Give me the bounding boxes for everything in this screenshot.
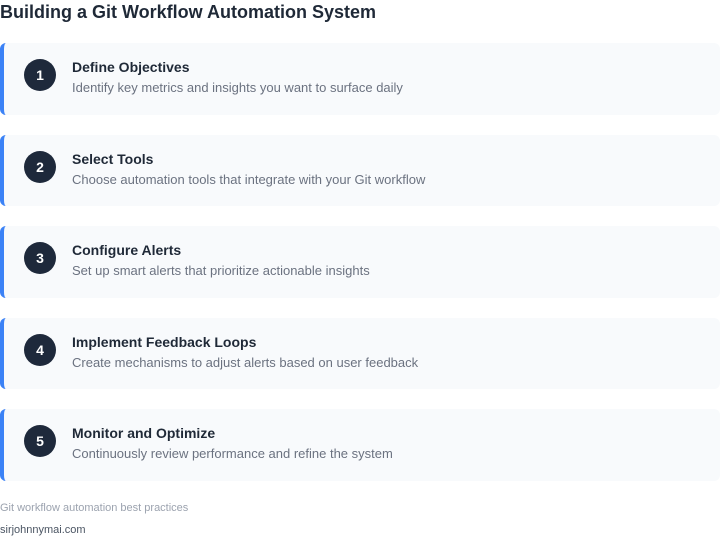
step-title: Monitor and Optimize — [72, 425, 216, 441]
step-number-badge: 1 — [24, 59, 56, 91]
step-title: Implement Feedback Loops — [72, 334, 257, 350]
steps-list: 1 Define Objectives Identify key metrics… — [0, 43, 720, 501]
step-card-define-objectives: 1 Define Objectives Identify key metrics… — [0, 43, 720, 115]
step-card-monitor-and-optimize: 5 Monitor and Optimize Continuously revi… — [0, 409, 720, 481]
step-number-badge: 2 — [24, 151, 56, 183]
step-number-badge: 4 — [24, 334, 56, 366]
step-description: Identify key metrics and insights you wa… — [72, 80, 403, 95]
step-description: Set up smart alerts that prioritize acti… — [72, 263, 370, 278]
step-title: Configure Alerts — [72, 242, 182, 258]
figure-caption: Git workflow automation best practices — [0, 502, 189, 514]
step-card-select-tools: 2 Select Tools Choose automation tools t… — [0, 135, 720, 206]
step-number-badge: 5 — [24, 425, 56, 457]
source-link[interactable]: sirjohnnymai.com — [0, 523, 86, 537]
step-title: Select Tools — [72, 151, 154, 167]
step-card-implement-feedback-loops: 4 Implement Feedback Loops Create mechan… — [0, 318, 720, 389]
step-description: Choose automation tools that integrate w… — [72, 172, 426, 187]
step-card-configure-alerts: 3 Configure Alerts Set up smart alerts t… — [0, 226, 720, 298]
step-description: Create mechanisms to adjust alerts based… — [72, 355, 419, 370]
step-title: Define Objectives — [72, 59, 190, 75]
step-number-badge: 3 — [24, 242, 56, 274]
step-description: Continuously review performance and refi… — [72, 446, 393, 461]
page-title: Building a Git Workflow Automation Syste… — [0, 2, 377, 22]
